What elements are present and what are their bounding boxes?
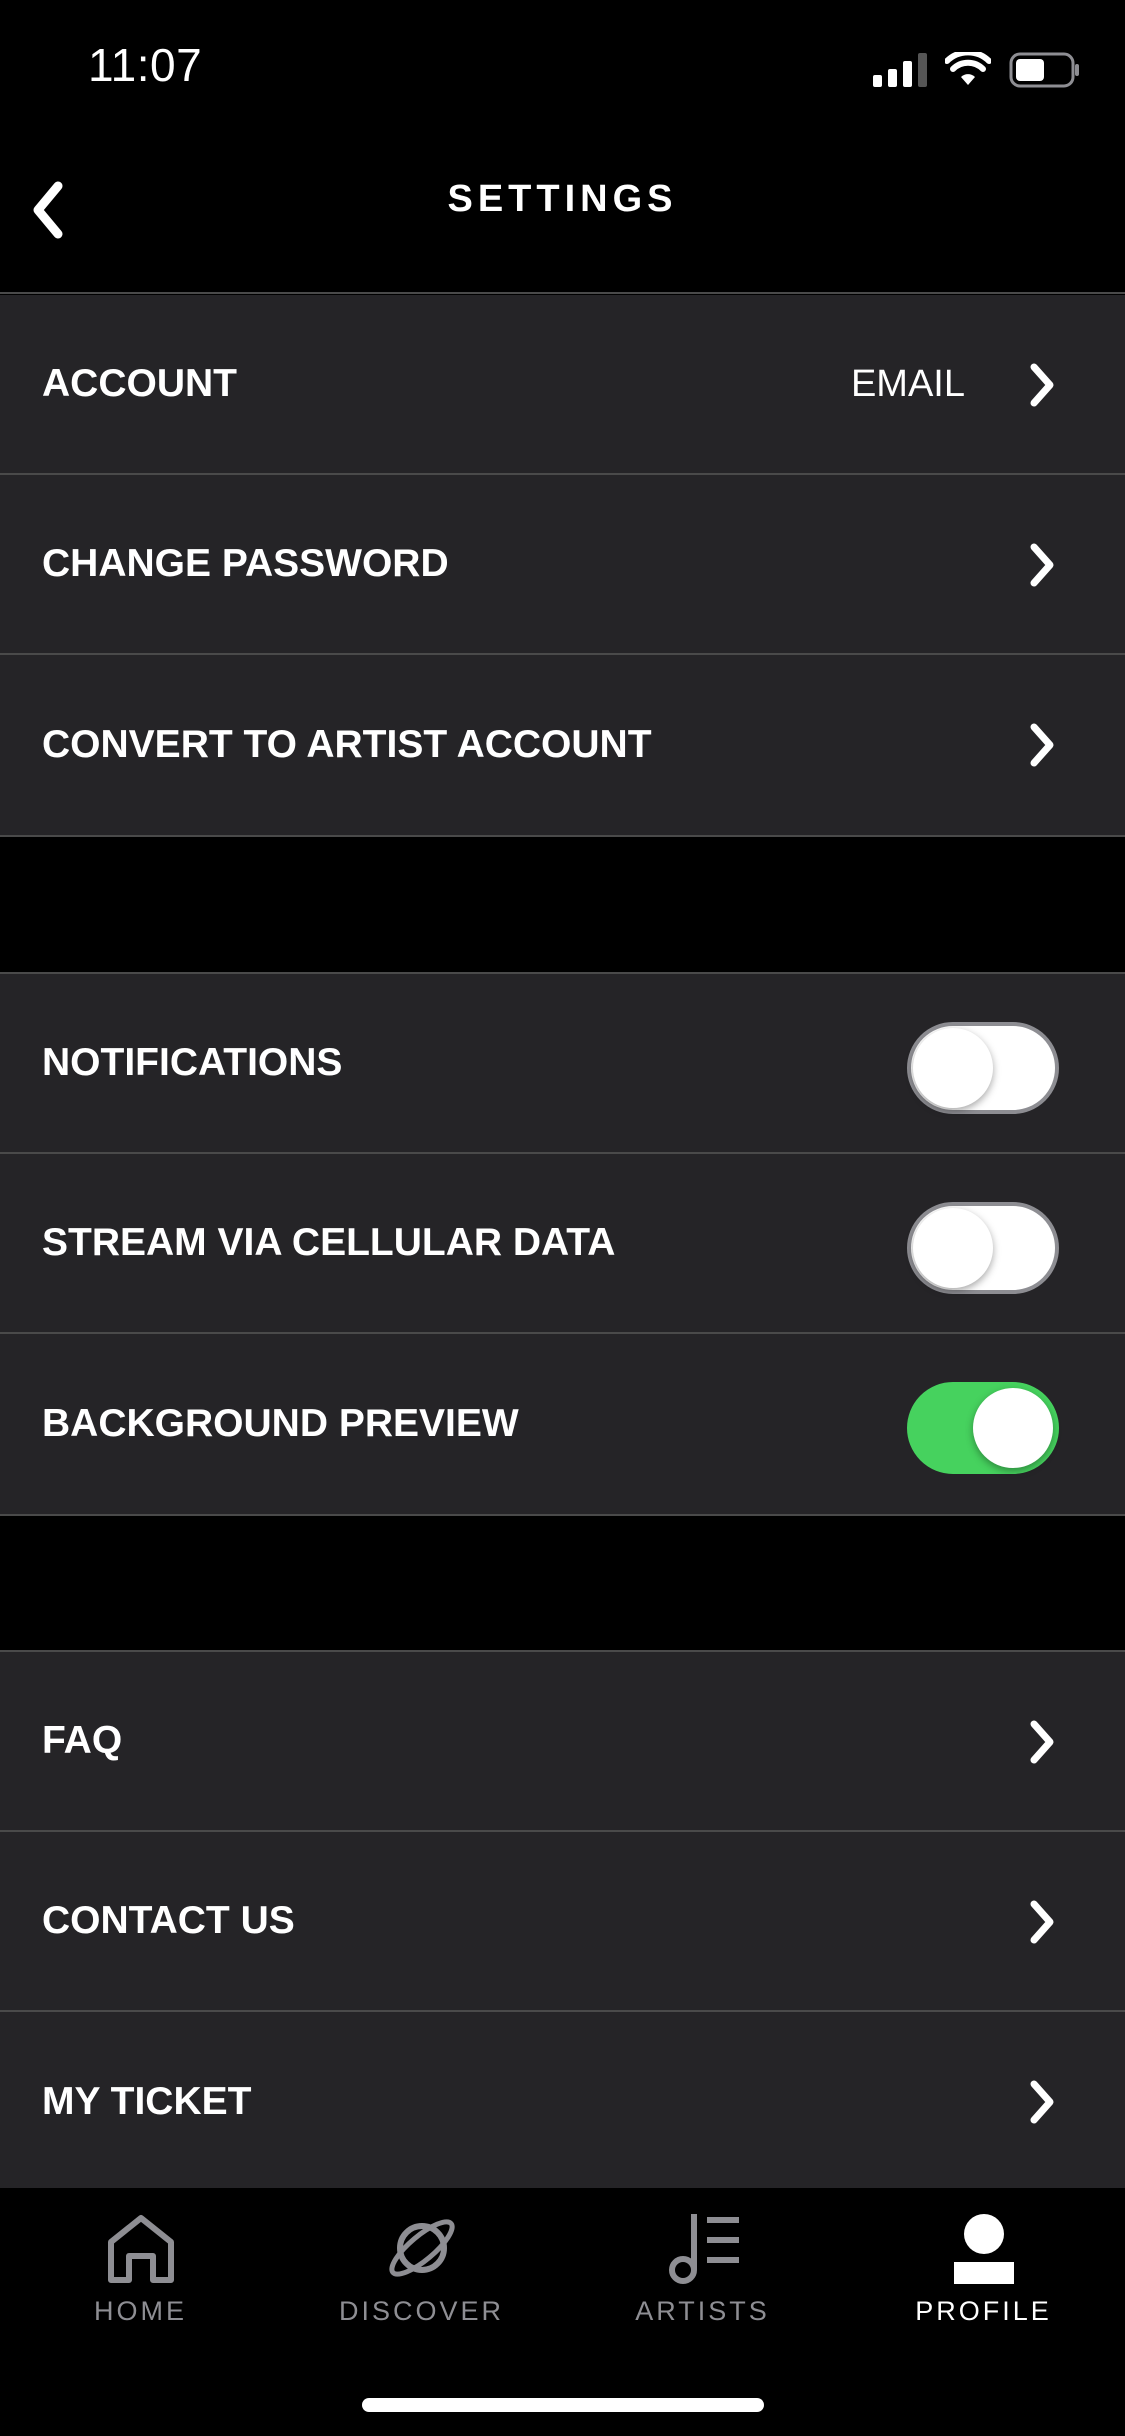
- tab-profile[interactable]: PROFILE: [843, 2210, 1124, 2327]
- toggle-knob: [973, 1388, 1053, 1468]
- tab-label: ARTISTS: [635, 2296, 770, 2326]
- tab-home[interactable]: HOME: [0, 2210, 281, 2327]
- row-label: ACCOUNT: [42, 362, 237, 405]
- navigation-header: SETTINGS: [0, 140, 1125, 294]
- support-group: FAQ CONTACT US MY TICKET: [0, 1650, 1125, 2192]
- row-label: FAQ: [42, 1719, 123, 1762]
- row-label: STREAM VIA CELLULAR DATA: [42, 1221, 616, 1264]
- person-icon: [953, 2214, 1014, 2284]
- tab-discover[interactable]: DISCOVER: [281, 2210, 562, 2327]
- row-label: CHANGE PASSWORD: [42, 542, 449, 585]
- chevron-right-icon: [1030, 363, 1054, 407]
- notifications-toggle[interactable]: [907, 1022, 1059, 1114]
- status-time: 11:07: [88, 39, 203, 91]
- battery-icon: [1009, 52, 1079, 88]
- planet-icon: [388, 2219, 455, 2277]
- wifi-icon: [945, 52, 991, 85]
- row-label: BACKGROUND PREVIEW: [42, 1402, 519, 1445]
- my-ticket-row[interactable]: MY TICKET: [0, 2012, 1125, 2192]
- notifications-row: NOTIFICATIONS: [0, 974, 1125, 1154]
- chevron-right-icon: [1030, 543, 1054, 587]
- stream-cellular-row: STREAM VIA CELLULAR DATA: [0, 1154, 1125, 1334]
- account-settings-group: ACCOUNT EMAIL CHANGE PASSWORD CONVERT TO…: [0, 295, 1125, 837]
- chevron-right-icon: [1030, 1900, 1054, 1944]
- chevron-right-icon: [1030, 723, 1054, 767]
- home-indicator[interactable]: [362, 2398, 764, 2412]
- change-password-row[interactable]: CHANGE PASSWORD: [0, 475, 1125, 655]
- contact-us-row[interactable]: CONTACT US: [0, 1832, 1125, 2012]
- faq-row[interactable]: FAQ: [0, 1652, 1125, 1832]
- music-note-list-icon: [668, 2214, 739, 2284]
- stream-cellular-toggle[interactable]: [907, 1202, 1059, 1294]
- toggle-knob: [913, 1208, 993, 1288]
- account-value: EMAIL: [850, 362, 965, 405]
- cellular-signal-icon: [873, 53, 927, 87]
- chevron-right-icon: [1030, 2080, 1054, 2124]
- row-label: CONVERT TO ARTIST ACCOUNT: [42, 723, 652, 766]
- background-preview-row: BACKGROUND PREVIEW: [0, 1334, 1125, 1514]
- tab-label: DISCOVER: [338, 2296, 505, 2326]
- tab-label: PROFILE: [915, 2296, 1052, 2326]
- row-label: CONTACT US: [42, 1899, 295, 1942]
- status-bar: 11:07: [0, 0, 1125, 140]
- account-row[interactable]: ACCOUNT EMAIL: [0, 295, 1125, 475]
- toggle-knob: [913, 1028, 993, 1108]
- status-icons: [873, 48, 1081, 92]
- convert-to-artist-row[interactable]: CONVERT TO ARTIST ACCOUNT: [0, 655, 1125, 835]
- tab-label: HOME: [94, 2296, 187, 2326]
- tab-artists[interactable]: ARTISTS: [562, 2210, 843, 2327]
- preferences-group: NOTIFICATIONS STREAM VIA CELLULAR DATA B…: [0, 972, 1125, 1516]
- chevron-right-icon: [1030, 1720, 1054, 1764]
- home-icon: [107, 2215, 174, 2283]
- row-label: MY TICKET: [42, 2080, 252, 2123]
- page-title: SETTINGS: [447, 178, 678, 220]
- background-preview-toggle[interactable]: [907, 1382, 1059, 1474]
- row-label: NOTIFICATIONS: [42, 1041, 343, 1084]
